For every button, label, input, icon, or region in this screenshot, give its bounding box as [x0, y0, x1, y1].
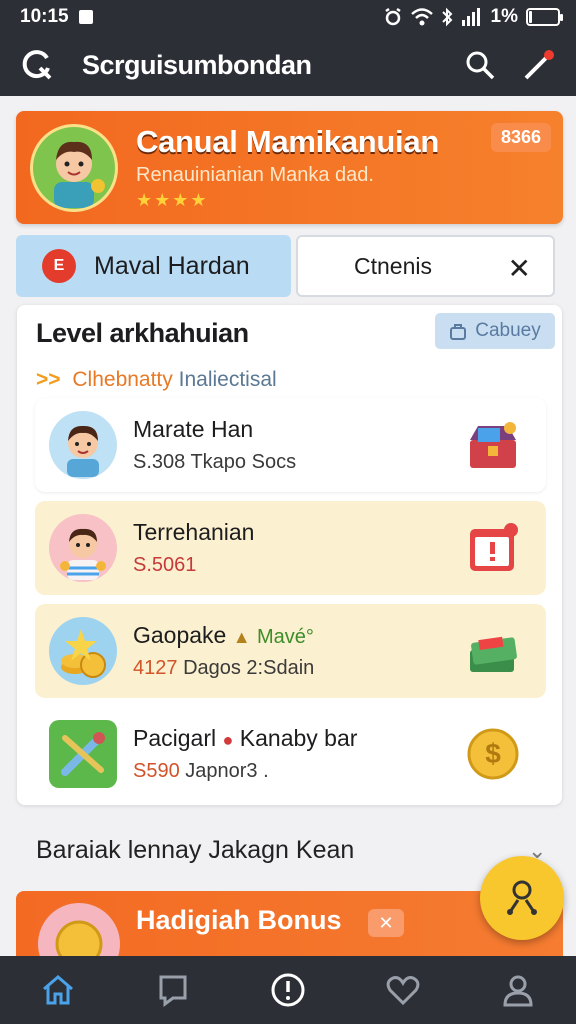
status-bar: 10:15 1% — [0, 0, 576, 34]
hero-title: Canual Mamikanuian — [136, 124, 439, 159]
hero-subtitle: Renauinianian Manka dad. — [136, 164, 374, 186]
bonus-title: Hadigiah Bonus — [136, 905, 342, 935]
level-title: Level arkhahuian — [36, 318, 249, 348]
wifi-icon — [410, 8, 433, 26]
row-name: Terrehanian — [133, 519, 255, 545]
bottom-nav — [0, 956, 576, 1024]
list-item[interactable]: Marate Han S.308 Tkapo Socs — [35, 398, 546, 492]
hero-badge: 8366 — [490, 123, 551, 152]
avatar — [49, 617, 117, 685]
person-icon — [507, 880, 537, 915]
chip-label: Cabuey — [475, 320, 541, 341]
hero-banner[interactable]: Canual Mamikanuian Renauinianian Manka d… — [16, 111, 563, 224]
treasure-chest-icon — [470, 422, 516, 468]
row-name: Pacigarl — [133, 725, 217, 751]
avatar — [49, 514, 117, 582]
refresh-search-icon[interactable] — [20, 48, 54, 82]
list-item[interactable]: Terrehanian S.5061 — [35, 501, 546, 595]
list-item[interactable]: Pacigarl ● Kanaby bar S590 Japnor3 . $ — [35, 707, 546, 801]
tab-maval-hardan[interactable]: E Maval Hardan — [16, 235, 291, 297]
footer-link[interactable]: Baraiak lennay Jakagn Kean — [36, 836, 354, 865]
nav-profile[interactable] — [493, 965, 543, 1015]
row-name-extra: Mavé° — [256, 626, 314, 648]
lock-icon: ▲ — [232, 627, 251, 647]
row-name: Gaopake — [133, 622, 227, 648]
close-icon[interactable]: ✕ — [508, 252, 531, 285]
nav-messages[interactable] — [148, 965, 198, 1015]
battery-icon — [526, 8, 563, 26]
row-value: S590 — [133, 760, 180, 782]
bag-icon — [450, 324, 467, 340]
nav-home[interactable] — [33, 965, 83, 1015]
nav-favorites[interactable] — [378, 965, 428, 1015]
row-name: Marate Han — [133, 416, 254, 442]
row-detail: Tkapo Socs — [190, 451, 297, 473]
row-detail: Japnor3 . — [185, 760, 269, 782]
battery-percent: 1% — [490, 6, 518, 27]
list-item[interactable]: Gaopake ▲ Mavé° 4127 Dagos 2:Sdain — [35, 604, 546, 698]
home-icon — [42, 975, 73, 1005]
tools-icon — [49, 720, 117, 788]
signal-icon — [461, 8, 480, 26]
edit-pen-icon[interactable] — [522, 48, 556, 82]
hero-avatar — [30, 123, 118, 212]
row-name-extra: Kanaby bar — [239, 725, 358, 751]
rating-stars: ★★★★ — [136, 190, 209, 210]
subtitle-muted: Inaliectisal — [178, 368, 277, 391]
nav-alerts[interactable] — [263, 965, 313, 1015]
level-subtitle: >> Clhebnatty Inaliectisal — [36, 368, 277, 392]
app-title: Scrguisumbondan — [82, 49, 312, 80]
status-time: 10:15 — [20, 6, 69, 27]
bluetooth-icon — [441, 7, 452, 27]
level-chip-button[interactable]: Cabuey — [435, 313, 555, 349]
tab-label: Maval Hardan — [94, 251, 250, 280]
heart-icon — [386, 976, 420, 1006]
dollar-coin-icon: $ — [467, 728, 519, 780]
info-icon — [271, 973, 305, 1007]
character-icon — [54, 141, 105, 208]
alarm-icon — [384, 7, 401, 26]
level-card: Level arkhahuian Cabuey >> Clhebnatty In… — [17, 305, 562, 805]
close-icon[interactable]: ✕ — [368, 909, 404, 937]
chat-icon — [159, 975, 187, 1007]
notification-icon — [78, 10, 93, 24]
user-icon — [503, 975, 533, 1007]
tab-badge-icon: E — [42, 249, 76, 283]
row-detail: Dagos 2:Sdain — [183, 657, 315, 679]
lock-icon: ● — [222, 730, 234, 750]
avatar — [49, 411, 117, 479]
tab-label: Ctnenis — [354, 252, 432, 279]
search-icon[interactable] — [464, 49, 496, 81]
assistant-fab-button[interactable] — [480, 856, 564, 940]
calendar-alert-icon — [470, 523, 518, 571]
subtitle-main: Clhebnatty — [72, 368, 173, 391]
app-bar: Scrguisumbondan — [0, 34, 576, 96]
tab-ctnenis[interactable]: Ctnenis ✕ — [296, 235, 555, 297]
row-value: 4127 — [133, 657, 178, 679]
cash-stack-icon — [470, 636, 517, 672]
row-value: S.5061 — [133, 554, 197, 576]
row-value: S.308 — [133, 451, 186, 473]
svg-text:$: $ — [485, 738, 501, 769]
arrow-icon: >> — [36, 368, 61, 391]
